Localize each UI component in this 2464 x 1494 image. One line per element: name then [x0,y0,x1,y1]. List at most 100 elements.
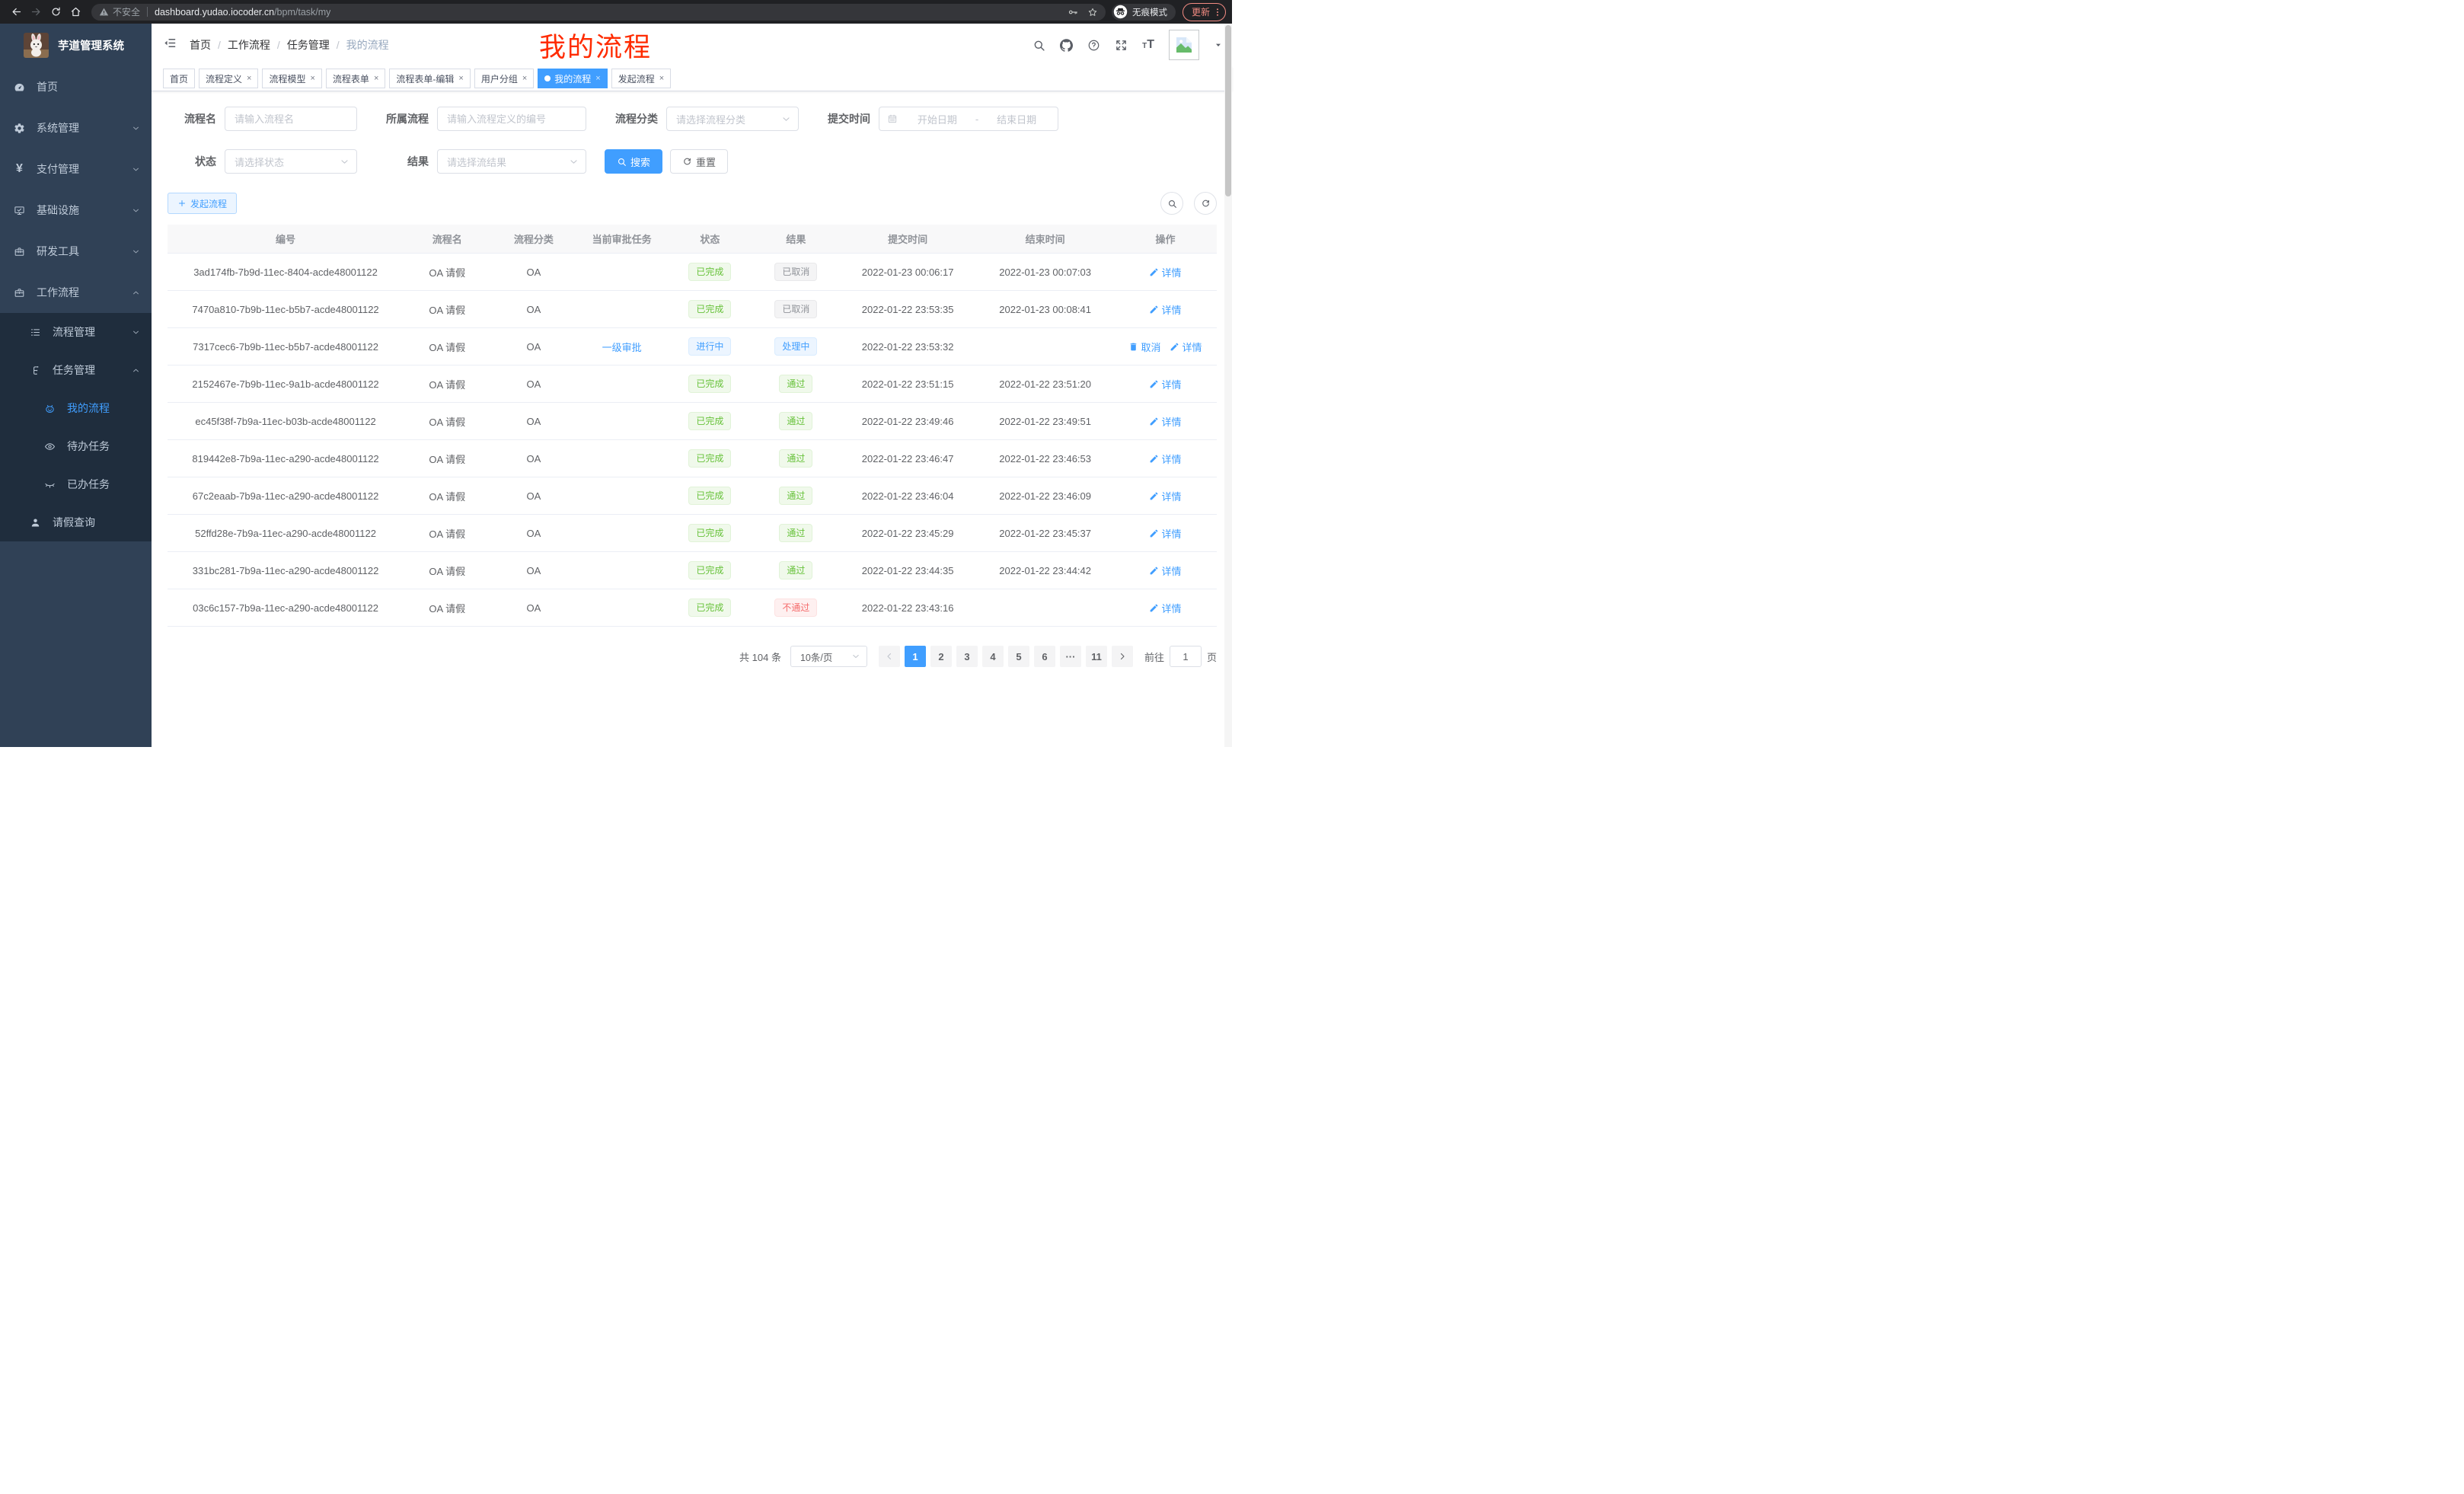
sidebar-item-label: 支付管理 [37,161,79,177]
close-icon[interactable]: × [522,74,527,83]
browser-reload-button[interactable] [46,2,65,22]
sidebar-item-done-tasks[interactable]: 已办任务 [0,465,152,503]
page-button-11[interactable]: 11 [1086,646,1107,667]
page-scrollbar[interactable] [1224,24,1232,747]
sidebar-item-workflow[interactable]: 工作流程 [0,272,152,313]
monitor-icon [14,205,25,216]
sidebar-item-system-management[interactable]: 系统管理 [0,107,152,148]
sidebar-item-home[interactable]: 首页 [0,66,152,107]
sidebar-item-task-management[interactable]: 任务管理 [0,351,152,389]
page-button-1[interactable]: 1 [905,646,926,667]
font-size-icon[interactable]: TT [1142,39,1154,51]
process-def-input[interactable] [437,107,586,131]
breadcrumb-item[interactable]: 首页 [190,37,211,53]
page-button-5[interactable]: 5 [1008,646,1029,667]
status-badge: 通过 [779,561,812,579]
close-icon[interactable]: × [374,74,378,83]
browser-update-button[interactable]: 更新 [1183,3,1226,21]
page-button-3[interactable]: 3 [956,646,978,667]
next-page-button[interactable] [1112,646,1133,667]
page-button-6[interactable]: 6 [1034,646,1055,667]
breadcrumb-item[interactable]: 任务管理 [287,37,330,53]
status-select[interactable]: 请选择状态 [225,149,357,174]
tab-start-process[interactable]: 发起流程× [611,69,671,88]
more-pages-button[interactable]: ··· [1060,646,1081,667]
tab-process-definition[interactable]: 流程定义× [199,69,258,88]
action-detail-link[interactable]: 详情 [1149,265,1181,279]
tab-my-process[interactable]: 我的流程× [538,69,607,88]
bookmark-star-icon[interactable] [1087,7,1098,18]
cell-id: ec45f38f-7b9a-11ec-b03b-acde48001122 [168,403,404,440]
tab-user-group[interactable]: 用户分组× [474,69,534,88]
reset-button[interactable]: 重置 [670,149,728,174]
sidebar-item-process-management[interactable]: 流程管理 [0,313,152,351]
sidebar-item-infrastructure[interactable]: 基础设施 [0,190,152,231]
password-key-icon[interactable] [1068,7,1078,18]
action-detail-link[interactable]: 详情 [1149,377,1181,391]
action-detail-link[interactable]: 详情 [1170,340,1202,354]
scrollbar-thumb[interactable] [1225,25,1231,196]
browser-menu-icon[interactable] [1212,7,1223,18]
action-label: 详情 [1161,377,1181,391]
cell-process-name: OA 请假 [404,254,490,291]
tab-process-model[interactable]: 流程模型× [262,69,321,88]
sidebar-collapse-button[interactable] [152,36,189,54]
goto-page-input[interactable] [1170,646,1202,667]
header-search-icon[interactable] [1033,39,1045,52]
action-detail-link[interactable]: 详情 [1149,452,1181,466]
status-badge: 已完成 [688,375,731,393]
category-select[interactable]: 请选择流程分类 [666,107,799,131]
action-detail-link[interactable]: 详情 [1149,526,1181,541]
page-button-2[interactable]: 2 [930,646,952,667]
close-icon[interactable]: × [458,74,463,83]
avatar-caret-icon[interactable] [1214,40,1223,49]
close-icon[interactable]: × [310,74,314,83]
chevron-right-icon [1118,652,1127,661]
user-avatar[interactable] [1169,30,1199,60]
action-detail-link[interactable]: 详情 [1149,414,1181,429]
browser-home-button[interactable] [65,2,85,22]
status-badge: 已完成 [688,487,731,505]
sidebar-item-todo-tasks[interactable]: 待办任务 [0,427,152,465]
goto-label: 前往 [1144,650,1164,664]
sidebar-item-my-process[interactable]: 我的流程 [0,389,152,427]
close-icon[interactable]: × [247,74,251,83]
browser-back-button[interactable] [6,2,26,22]
github-icon[interactable] [1060,39,1073,52]
action-detail-link[interactable]: 详情 [1149,302,1181,317]
app-logo[interactable]: 芋道管理系统 [0,24,152,66]
tab-process-form-edit[interactable]: 流程表单-编辑× [389,69,470,88]
search-button[interactable]: 搜索 [605,149,662,174]
cell-current-task [576,291,667,328]
sidebar-item-leave-query[interactable]: 请假查询 [0,503,152,541]
start-process-button[interactable]: 发起流程 [168,193,237,214]
result-select[interactable]: 请选择流结果 [437,149,586,174]
close-icon[interactable]: × [659,74,664,83]
action-detail-link[interactable]: 详情 [1149,601,1181,615]
toggle-search-button[interactable] [1160,192,1183,215]
close-icon[interactable]: × [595,74,600,83]
action-cancel-link[interactable]: 取消 [1128,340,1160,354]
chevron-down-icon [851,652,860,661]
process-name-input[interactable] [225,107,357,131]
action-detail-link[interactable]: 详情 [1149,489,1181,503]
breadcrumb-item[interactable]: 工作流程 [228,37,270,53]
page-button-4[interactable]: 4 [982,646,1004,667]
prev-page-button[interactable] [879,646,900,667]
browser-forward-button[interactable] [26,2,46,22]
help-icon[interactable] [1087,39,1100,52]
refresh-table-button[interactable] [1194,192,1217,215]
chevron-down-icon [132,247,140,256]
tab-process-form[interactable]: 流程表单× [326,69,385,88]
current-task-link[interactable]: 一级审批 [602,342,642,353]
action-detail-link[interactable]: 详情 [1149,563,1181,578]
sidebar-item-payment-management[interactable]: ¥支付管理 [0,148,152,190]
table-row: 67c2eaab-7b9a-11ec-a290-acde48001122OA 请… [168,477,1217,515]
fullscreen-icon[interactable] [1115,39,1128,52]
address-bar[interactable]: 不安全 dashboard.yudao.iocoder.cn/bpm/task/… [91,4,1106,21]
submit-time-range-picker[interactable]: 开始日期 - 结束日期 [879,107,1058,131]
page-size-select[interactable]: 10条/页 [790,646,867,667]
tab-home[interactable]: 首页 [163,69,195,88]
cell-status: 已完成 [667,403,753,440]
sidebar-item-dev-tools[interactable]: 研发工具 [0,231,152,272]
